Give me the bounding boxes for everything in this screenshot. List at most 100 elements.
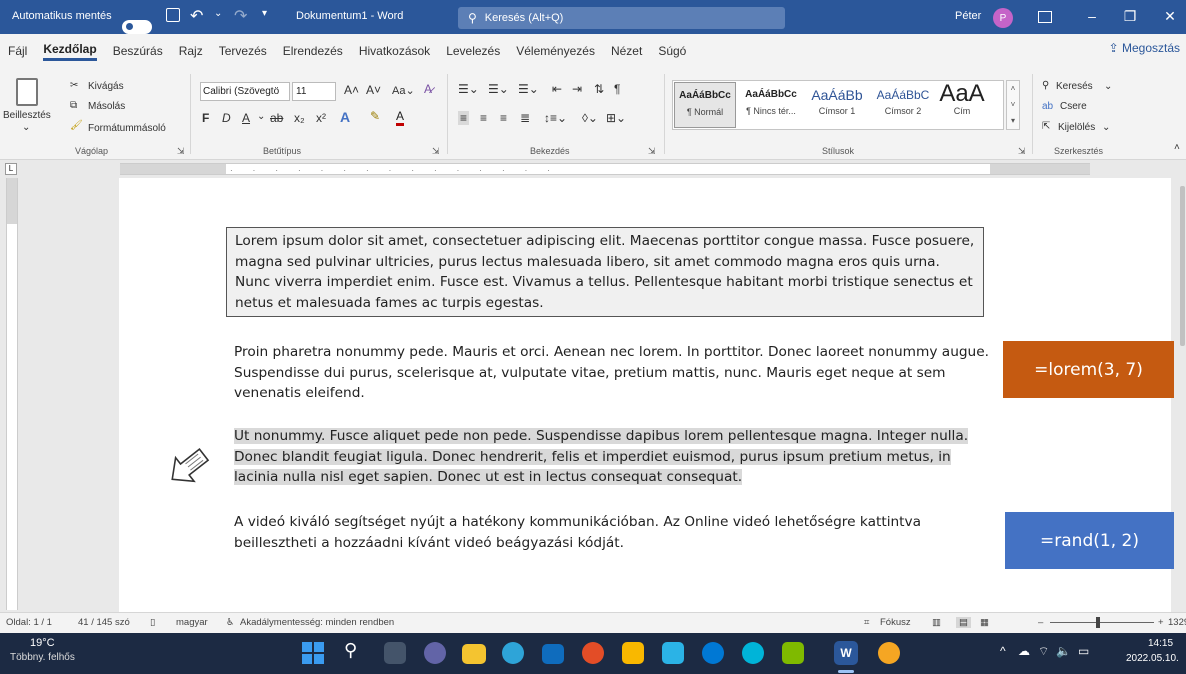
print-layout-icon[interactable]: ▤ <box>956 617 971 628</box>
borders-icon[interactable]: ⊞⌄ <box>606 111 626 125</box>
tab-mailings[interactable]: Levelezés <box>446 44 500 58</box>
underline-dropdown-icon[interactable]: ⌄ <box>257 111 265 122</box>
find-icon[interactable]: ⚲ <box>1042 80 1049 91</box>
task-view-icon[interactable] <box>384 642 406 664</box>
strikethrough-icon[interactable]: ab <box>270 111 283 125</box>
tab-layout[interactable]: Elrendezés <box>283 44 343 58</box>
autosave-toggle[interactable] <box>122 20 152 34</box>
style-title[interactable]: AaA Cím <box>930 82 994 128</box>
highlight-icon[interactable]: ✎ <box>370 109 380 123</box>
font-name-select[interactable]: Calibri (Szövegtö <box>200 82 290 101</box>
proofing-icon[interactable]: ▯ <box>150 617 155 628</box>
save-icon[interactable] <box>166 8 180 22</box>
line-spacing-icon[interactable]: ↕≡⌄ <box>544 111 567 125</box>
paste-button[interactable]: Beillesztés <box>3 110 51 121</box>
align-right-icon[interactable]: ≡ <box>500 111 507 125</box>
bold-icon[interactable]: F <box>202 111 209 125</box>
zoom-in-icon[interactable]: + <box>1158 617 1164 628</box>
undo-icon[interactable]: ↶ <box>190 6 203 26</box>
italic-icon[interactable]: D <box>222 111 231 125</box>
wifi-icon[interactable]: ⌔ <box>1038 644 1049 659</box>
font-launcher-icon[interactable]: ⇲ <box>432 146 440 157</box>
underline-icon[interactable]: A <box>242 111 250 125</box>
replace-button[interactable]: Csere <box>1060 101 1087 112</box>
zoom-slider-thumb[interactable] <box>1096 617 1100 628</box>
weather-description[interactable]: Többny. felhős <box>10 652 75 663</box>
zoom-level[interactable]: 1329 <box>1168 617 1186 628</box>
shading-icon[interactable]: ◊⌄ <box>582 111 598 125</box>
style-normal[interactable]: AaÁáBbCc ¶ Normál <box>674 82 736 128</box>
select-icon[interactable]: ⇱ <box>1042 121 1050 132</box>
user-name[interactable]: Péter <box>955 10 981 22</box>
avatar[interactable]: P <box>993 8 1013 28</box>
ribbon-display-icon[interactable] <box>1038 11 1052 23</box>
onedrive-icon[interactable]: ☁ <box>1018 644 1030 658</box>
shrink-font-icon[interactable]: A˅ <box>366 83 381 97</box>
customize-toolbar-icon[interactable]: ▾ <box>262 8 267 19</box>
replace-icon[interactable]: ab <box>1042 101 1053 112</box>
vertical-ruler[interactable] <box>6 178 18 610</box>
cut-icon[interactable]: ✂ <box>70 80 78 91</box>
bullets-icon[interactable]: ☰⌄ <box>458 82 479 96</box>
select-button[interactable]: Kijelölés <box>1058 122 1095 133</box>
zoom-out-icon[interactable]: – <box>1038 617 1043 628</box>
copy-icon[interactable]: ⧉ <box>70 100 77 111</box>
redo-icon[interactable]: ↷ <box>234 6 247 26</box>
find-button[interactable]: Keresés <box>1056 81 1093 92</box>
style-heading1[interactable]: AaÁáBb Címsor 1 <box>806 82 868 128</box>
teams-chat-icon[interactable] <box>424 642 446 664</box>
superscript-icon[interactable]: x² <box>316 111 326 125</box>
start-icon[interactable] <box>302 642 324 664</box>
tab-draw[interactable]: Rajz <box>179 44 203 58</box>
decrease-indent-icon[interactable]: ⇤ <box>552 82 562 96</box>
close-icon[interactable]: ✕ <box>1160 8 1180 25</box>
style-heading2[interactable]: AaÁáBbC Címsor 2 <box>872 82 934 128</box>
align-center-icon[interactable]: ≡ <box>480 111 487 125</box>
tab-help[interactable]: Súgó <box>658 44 686 58</box>
language[interactable]: magyar <box>176 617 208 628</box>
search-box[interactable]: ⚲ Keresés (Alt+Q) <box>458 7 785 29</box>
focus-button[interactable]: Fókusz <box>880 617 911 628</box>
sort-icon[interactable]: ⇅ <box>594 82 604 96</box>
mail-icon[interactable] <box>542 644 564 664</box>
app3-icon[interactable] <box>878 642 900 664</box>
text-effects-icon[interactable]: A <box>340 109 350 125</box>
minimize-icon[interactable]: – <box>1082 8 1102 24</box>
store-icon[interactable] <box>622 642 644 664</box>
weather-temperature[interactable]: 19°C <box>30 637 55 649</box>
font-size-select[interactable]: 11 <box>292 82 336 101</box>
file-explorer-icon[interactable] <box>462 644 486 664</box>
battery-icon[interactable]: ▭ <box>1078 644 1089 658</box>
increase-indent-icon[interactable]: ⇥ <box>572 82 582 96</box>
tab-insert[interactable]: Beszúrás <box>113 44 163 58</box>
edge-icon[interactable] <box>502 642 524 664</box>
paint-icon[interactable] <box>782 642 804 664</box>
tab-design[interactable]: Tervezés <box>219 44 267 58</box>
clear-formatting-icon[interactable]: A̷ <box>424 82 432 96</box>
word-icon[interactable]: W <box>834 641 858 665</box>
tab-home[interactable]: Kezdőlap <box>43 42 97 61</box>
cut-button[interactable]: Kivágás <box>88 81 124 92</box>
paragraph-launcher-icon[interactable]: ⇲ <box>648 146 656 157</box>
styles-launcher-icon[interactable]: ⇲ <box>1018 146 1026 157</box>
paste-dropdown-icon[interactable]: ⌄ <box>22 122 30 133</box>
app2-icon[interactable] <box>742 642 764 664</box>
clock-date[interactable]: 2022.05.10. <box>1126 653 1179 664</box>
undo-dropdown-icon[interactable]: ⌄ <box>214 8 222 19</box>
select-dropdown-icon[interactable]: ⌄ <box>1102 122 1110 133</box>
paragraph-1[interactable]: Lorem ipsum dolor sit amet, consectetuer… <box>226 227 984 318</box>
collapse-ribbon-icon[interactable]: ˄ <box>1174 142 1180 153</box>
styles-scroll[interactable]: ˄ ˅ ▾ <box>1006 80 1020 130</box>
help-icon[interactable] <box>702 642 724 664</box>
style-no-spacing[interactable]: AaÁáBbCc ¶ Nincs tér... <box>740 82 802 128</box>
justify-icon[interactable]: ≣ <box>520 111 530 125</box>
word-count[interactable]: 41 / 145 szó <box>78 617 130 628</box>
app-icon[interactable] <box>662 642 684 664</box>
tab-file[interactable]: Fájl <box>8 44 27 58</box>
tab-review[interactable]: Véleményezés <box>516 44 595 58</box>
format-painter-icon[interactable]: 🖌 <box>70 120 83 131</box>
change-case-icon[interactable]: Aa⌄ <box>392 84 415 97</box>
font-color-icon[interactable]: A <box>396 109 405 126</box>
accessibility-status[interactable]: Akadálymentesség: minden rendben <box>240 617 394 628</box>
clipboard-launcher-icon[interactable]: ⇲ <box>177 146 185 157</box>
